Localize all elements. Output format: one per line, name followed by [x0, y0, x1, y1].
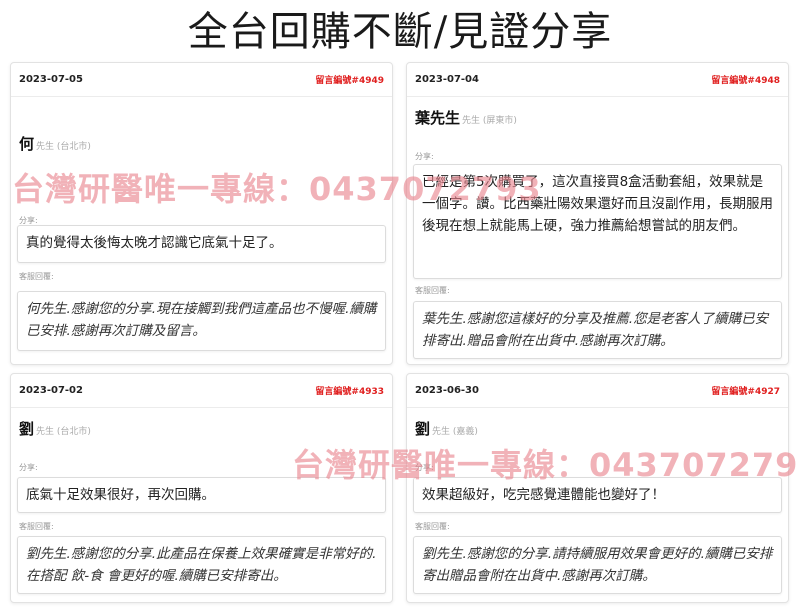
- post-date: 2023-07-02: [19, 385, 83, 396]
- page-title: 全台回購不斷/見證分享: [187, 9, 613, 55]
- share-label: 分享:: [19, 463, 38, 472]
- customer-location: 先生 (屏東市): [462, 116, 517, 126]
- message-number: 留言編號#4927: [711, 387, 780, 397]
- reply-label: 客服回覆:: [415, 522, 450, 531]
- reply-label: 客服回覆:: [19, 522, 54, 531]
- customer-name: 葉先生: [415, 109, 461, 127]
- card-header: 2023-07-02 留言編號#4933: [11, 374, 392, 408]
- reply-text: 劉先生.感謝您的分享.請持續服用效果會更好的.續購已安排寄出贈品會附在出貨中.感…: [413, 536, 782, 594]
- customer-name: 劉: [415, 420, 431, 438]
- reply-text: 何先生.感謝您的分享.現在接觸到我們這產品也不慢喔.續購已安排.感謝再次訂購及留…: [17, 291, 386, 351]
- customer-location: 先生 (台北市): [36, 427, 91, 437]
- testimonial-card: 2023-07-04 留言編號#4948 葉先生 先生 (屏東市) 分享: 已經…: [406, 62, 789, 365]
- post-date: 2023-06-30: [415, 385, 479, 396]
- customer-name-row: 劉 先生 (嘉義): [415, 418, 478, 439]
- post-date: 2023-07-05: [19, 74, 83, 85]
- customer-name-row: 何 先生 (台北市): [19, 133, 91, 154]
- message-number: 留言編號#4948: [711, 76, 780, 86]
- post-date: 2023-07-04: [415, 74, 479, 85]
- message-number: 留言編號#4949: [315, 76, 384, 86]
- share-label: 分享:: [415, 463, 434, 472]
- message-number: 留言編號#4933: [315, 387, 384, 397]
- share-text: 底氣十足效果很好，再次回購。: [17, 477, 386, 513]
- testimonial-card: 2023-07-05 留言編號#4949 何 先生 (台北市) 分享: 真的覺得…: [10, 62, 393, 365]
- testimonial-card: 2023-06-30 留言編號#4927 劉 先生 (嘉義) 分享: 效果超級好…: [406, 373, 789, 603]
- share-text: 已經是第5次購買了，這次直接買8盒活動套組，效果就是一個字。讚。比西藥壯陽效果還…: [413, 164, 782, 279]
- card-header: 2023-07-05 留言編號#4949: [11, 63, 392, 97]
- reply-text: 葉先生.感謝您這樣好的分享及推薦.您是老客人了續購已安排寄出.贈品會附在出貨中.…: [413, 301, 782, 359]
- share-text: 真的覺得太後悔太晚才認識它底氣十足了。: [17, 225, 386, 263]
- card-header: 2023-06-30 留言編號#4927: [407, 374, 788, 408]
- share-text: 效果超級好，吃完感覺連體能也變好了！: [413, 477, 782, 513]
- customer-location: 先生 (台北市): [36, 142, 91, 152]
- customer-name-row: 葉先生 先生 (屏東市): [415, 107, 517, 128]
- reply-text: 劉先生.感謝您的分享.此產品在保養上效果確實是非常好的.在搭配 飲-食 會更好的…: [17, 536, 386, 594]
- customer-location: 先生 (嘉義): [432, 427, 478, 437]
- customer-name: 劉: [19, 420, 35, 438]
- testimonial-card: 2023-07-02 留言編號#4933 劉 先生 (台北市) 分享: 底氣十足…: [10, 373, 393, 603]
- reply-label: 客服回覆:: [415, 286, 450, 295]
- customer-name-row: 劉 先生 (台北市): [19, 418, 91, 439]
- share-label: 分享:: [415, 152, 434, 161]
- customer-name: 何: [19, 135, 35, 153]
- reply-label: 客服回覆:: [19, 272, 54, 281]
- card-header: 2023-07-04 留言編號#4948: [407, 63, 788, 97]
